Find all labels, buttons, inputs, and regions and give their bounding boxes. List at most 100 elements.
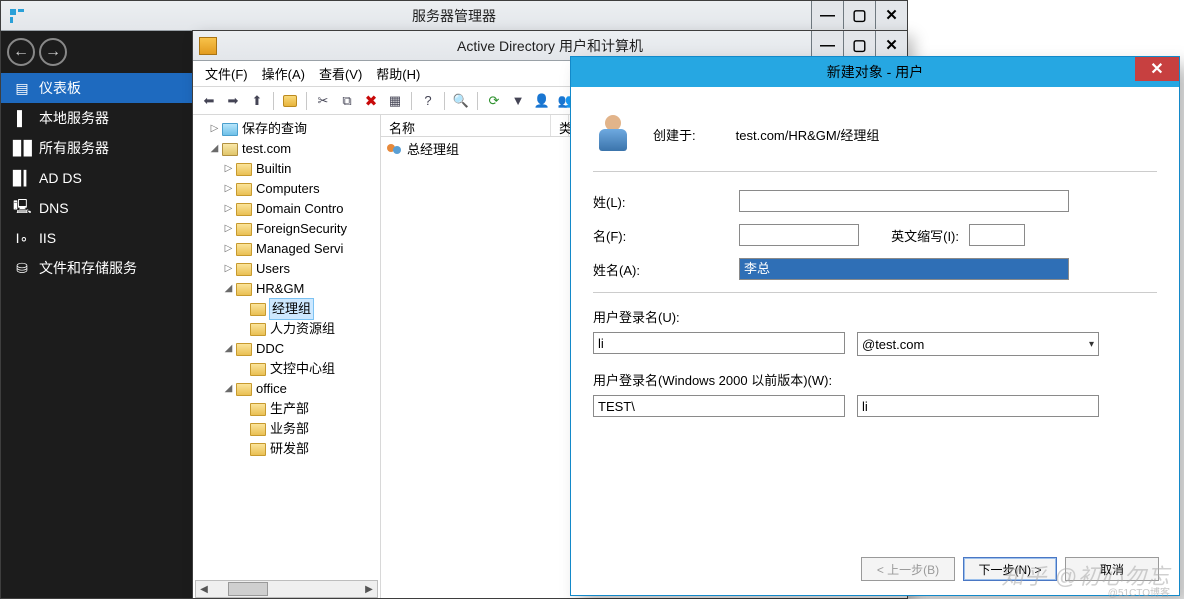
copy-icon[interactable]: ⧉ — [337, 91, 357, 111]
first-name-label: 名(F): — [593, 226, 739, 245]
expand-icon[interactable]: ◢ — [209, 139, 220, 159]
delete-icon[interactable]: ✖ — [361, 91, 381, 111]
tree-label: office — [256, 379, 287, 399]
expand-icon[interactable]: ▷ — [223, 199, 234, 219]
sam-user-input[interactable] — [857, 395, 1099, 417]
find-icon[interactable]: 🔍 — [451, 91, 471, 111]
sidebar-item[interactable]: I∘IIS — [1, 223, 193, 253]
chevron-down-icon: ▾ — [1089, 339, 1094, 350]
refresh-icon[interactable]: ⟳ — [484, 91, 504, 111]
tree-node[interactable]: 业务部 — [197, 419, 380, 439]
tree-node[interactable]: ▷保存的查询 — [197, 119, 380, 139]
sidebar-icon: ▌ — [13, 110, 31, 126]
expand-icon[interactable]: ◢ — [223, 279, 234, 299]
cancel-button[interactable]: 取消 — [1065, 557, 1159, 581]
horizontal-scrollbar[interactable]: ◀▶ — [195, 580, 378, 598]
col-name[interactable]: 名称 — [381, 115, 551, 136]
dialog-title: 新建对象 - 用户 — [827, 62, 923, 82]
folder-icon — [250, 443, 266, 456]
menu-item[interactable]: 查看(V) — [319, 64, 362, 83]
expand-icon[interactable]: ▷ — [223, 239, 234, 259]
tree-label: 人力资源组 — [270, 319, 335, 339]
close-button[interactable]: ✕ — [875, 1, 907, 29]
back-icon[interactable]: ⬅ — [199, 91, 219, 111]
menu-item[interactable]: 帮助(H) — [376, 64, 420, 83]
tree-node[interactable]: ◢test.com — [197, 139, 380, 159]
sidebar-item-label: IIS — [39, 230, 56, 246]
tree-node[interactable]: ▷Builtin — [197, 159, 380, 179]
tree-node[interactable]: ◢HR&GM — [197, 279, 380, 299]
next-button[interactable]: 下一步(N) > — [963, 557, 1057, 581]
tree-node[interactable]: 研发部 — [197, 439, 380, 459]
full-name-input[interactable]: 李总 — [739, 258, 1069, 280]
user-icon — [597, 115, 633, 153]
maximize-button[interactable]: ▢ — [843, 1, 875, 29]
close-button[interactable]: ✕ — [1135, 57, 1179, 81]
folder-icon — [236, 243, 252, 256]
expand-icon[interactable]: ▷ — [223, 219, 234, 239]
expand-icon[interactable]: ◢ — [223, 379, 234, 399]
folder-icon — [236, 263, 252, 276]
menu-item[interactable]: 文件(F) — [205, 64, 248, 83]
server-manager-icon — [5, 4, 29, 28]
folder-icon — [236, 343, 252, 356]
created-in-label: 创建于: — [653, 125, 696, 144]
properties-icon[interactable]: ▦ — [385, 91, 405, 111]
server-manager-sidebar: ▤仪表板 ▌ 本地服务器 ▊▊所有服务器 ▊▎ AD DS 🖳DNSI∘IIS⛁文件和存储服… — [1, 73, 193, 598]
upn-domain-select[interactable]: @test.com ▾ — [857, 332, 1099, 356]
tree-node[interactable]: 生产部 — [197, 399, 380, 419]
sidebar-item[interactable]: 🖳DNS — [1, 193, 193, 223]
expand-icon[interactable]: ◢ — [223, 339, 234, 359]
help-icon[interactable]: ? — [418, 91, 438, 111]
expand-icon[interactable]: ▷ — [223, 159, 234, 179]
tree-label: DDC — [256, 339, 284, 359]
upn-label: 用户登录名(U): — [593, 307, 1157, 326]
upn-user-input[interactable] — [593, 332, 845, 354]
nav-forward-button[interactable]: → — [39, 38, 67, 66]
last-name-input[interactable] — [739, 190, 1069, 212]
tree-node[interactable]: ▷Managed Servi — [197, 239, 380, 259]
tree-label: 业务部 — [270, 419, 309, 439]
nav-back-button[interactable]: ← — [7, 38, 35, 66]
forward-icon[interactable]: ➡ — [223, 91, 243, 111]
sidebar-item[interactable]: ▊▎ AD DS — [1, 163, 193, 193]
tree-node[interactable]: ◢ office — [197, 379, 380, 399]
up-icon[interactable]: ⬆ — [247, 91, 267, 111]
tree-node[interactable]: ◢ DDC — [197, 339, 380, 359]
tree-node[interactable]: ▷Domain Contro — [197, 199, 380, 219]
sidebar-item-label: AD DS — [39, 170, 82, 186]
tree-node[interactable]: 人力资源组 — [197, 319, 380, 339]
tree-node[interactable]: ▷Users — [197, 259, 380, 279]
sidebar-item[interactable]: ▊▊所有服务器 — [1, 133, 193, 163]
dialog-titlebar: 新建对象 - 用户 ✕ — [571, 57, 1179, 87]
first-name-input[interactable] — [739, 224, 859, 246]
col-type[interactable]: 类 — [551, 115, 569, 136]
new-user-icon[interactable]: 👤 — [532, 91, 552, 111]
sidebar-item-label: DNS — [39, 200, 69, 216]
folder-icon — [236, 283, 252, 296]
sidebar-item-label: 本地服务器 — [39, 108, 109, 128]
menu-item[interactable]: 操作(A) — [262, 64, 305, 83]
minimize-button[interactable]: — — [811, 31, 843, 59]
initials-input[interactable] — [969, 224, 1025, 246]
cut-icon[interactable]: ✂ — [313, 91, 333, 111]
tree-node[interactable]: 文控中心组 — [197, 359, 380, 379]
sidebar-item[interactable]: ▌ 本地服务器 — [1, 103, 193, 133]
aduc-tree[interactable]: ▷保存的查询◢test.com▷Builtin▷Computers▷Domain… — [193, 115, 381, 598]
filter-icon[interactable]: ▼ — [508, 91, 528, 111]
sidebar-item[interactable]: ⛁文件和存储服务 — [1, 253, 193, 283]
expand-icon[interactable]: ▷ — [209, 119, 220, 139]
created-in-path: test.com/HR&GM/经理组 — [736, 125, 880, 144]
minimize-button[interactable]: — — [811, 1, 843, 29]
sidebar-item[interactable]: ▤仪表板 — [1, 73, 193, 103]
tree-node[interactable]: 经理组 — [197, 299, 380, 319]
tree-label: ForeignSecurity — [256, 219, 347, 239]
tree-node[interactable]: ▷Computers — [197, 179, 380, 199]
maximize-button[interactable]: ▢ — [843, 31, 875, 59]
expand-icon[interactable]: ▷ — [223, 259, 234, 279]
sidebar-icon: ▊▎ — [13, 170, 31, 187]
tree-node[interactable]: ▷ ForeignSecurity — [197, 219, 380, 239]
folder-icon[interactable] — [280, 91, 300, 111]
expand-icon[interactable]: ▷ — [223, 179, 234, 199]
close-button[interactable]: ✕ — [875, 31, 907, 59]
